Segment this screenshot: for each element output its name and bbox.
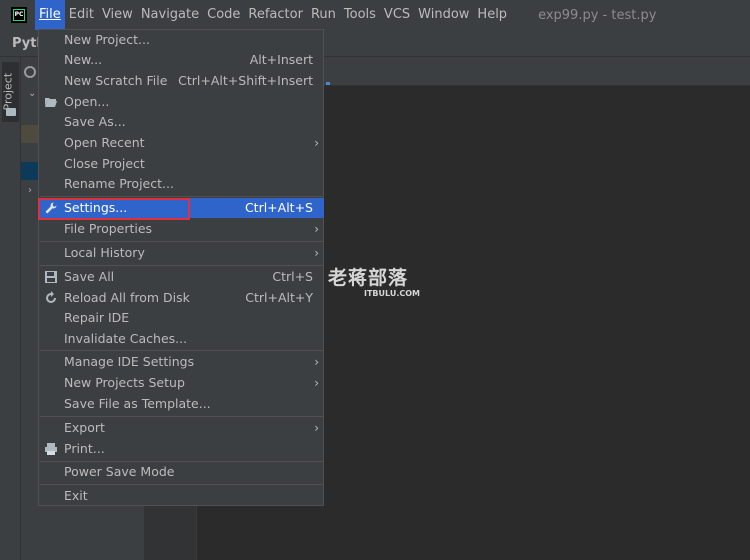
main-menu-bar: PC File Edit View Navigate Code Refactor… [0,0,750,30]
menu-item-local-history[interactable]: Local History › [40,243,324,263]
menu-item-open-recent[interactable]: Open Recent › [40,133,324,153]
menu-item-new[interactable]: New... Alt+Insert [40,50,324,70]
menu-separator [40,416,324,417]
folder-icon [6,108,16,116]
menu-item-print[interactable]: Print... [40,439,324,459]
shortcut-label: Ctrl+S [272,269,313,284]
shortcut-label: Alt+Insert [249,52,313,67]
tree-row[interactable] [21,125,39,143]
menu-navigate[interactable]: Navigate [137,0,203,30]
active-tab-indicator [326,82,330,85]
tool-window-strip [0,57,21,560]
shortcut-label: Ctrl+Alt+Shift+Insert [178,73,313,88]
menu-code[interactable]: Code [203,0,244,30]
menu-separator [40,484,324,485]
menu-vcs[interactable]: VCS [380,0,414,30]
menu-item-new-project[interactable]: New Project... [40,30,324,50]
window-title: exp99.py - test.py [538,7,657,23]
shortcut-label: Ctrl+Alt+Y [245,290,313,305]
menu-separator [40,241,324,242]
menu-item-close-project[interactable]: Close Project [40,154,324,174]
submenu-arrow-icon: › [314,376,319,390]
menu-separator [40,350,324,351]
menu-item-rename-project[interactable]: Rename Project... [40,174,324,194]
menu-item-repair-ide[interactable]: Repair IDE [40,308,324,328]
menu-separator [40,196,324,197]
save-icon [44,270,58,284]
menu-item-new-scratch-file[interactable]: New Scratch File Ctrl+Alt+Shift+Insert [40,71,324,91]
menu-help[interactable]: Help [473,0,511,30]
menu-item-file-properties[interactable]: File Properties › [40,219,324,239]
menu-item-save-all[interactable]: Save All Ctrl+S [40,267,324,287]
menu-refactor[interactable]: Refactor [244,0,307,30]
menu-item-invalidate-caches[interactable]: Invalidate Caches... [40,329,324,349]
chevron-right-icon[interactable]: › [28,185,32,196]
menu-window[interactable]: Window [414,0,473,30]
chevron-down-icon[interactable]: ⌄ [28,88,36,99]
menu-view[interactable]: View [98,0,137,30]
menu-item-open[interactable]: Open... [40,92,324,112]
submenu-arrow-icon: › [314,246,319,260]
menu-separator [40,265,324,266]
menu-item-exit[interactable]: Exit [40,486,324,506]
menu-item-new-projects-setup[interactable]: New Projects Setup › [40,373,324,393]
project-tool-tab-label: Project [1,72,15,111]
menu-edit[interactable]: Edit [65,0,98,30]
submenu-arrow-icon: › [314,136,319,150]
menu-item-save-file-as-template[interactable]: Save File as Template... [40,394,324,414]
folder-open-icon [44,95,58,109]
menu-item-manage-ide-settings[interactable]: Manage IDE Settings › [40,352,324,372]
submenu-arrow-icon: › [314,222,319,236]
menu-item-reload-all[interactable]: Reload All from Disk Ctrl+Alt+Y [40,288,324,308]
pycharm-logo-icon: PC [11,7,27,23]
shortcut-label: Ctrl+Alt+S [244,200,313,215]
settings-highlight-annotation [38,198,190,220]
menu-item-export[interactable]: Export › [40,418,324,438]
tree-row-selected[interactable] [21,162,39,180]
printer-icon [44,442,58,456]
watermark-title: 老蒋部落 [328,267,409,289]
menu-tools[interactable]: Tools [340,0,380,30]
menu-item-save-as[interactable]: Save As... [40,112,324,132]
reload-icon [44,291,58,305]
file-menu-dropdown: New Project... New... Alt+Insert New Scr… [38,29,324,506]
watermark-subtitle: ITBULU.COM [364,289,421,298]
submenu-arrow-icon: › [314,421,319,435]
submenu-arrow-icon: › [314,355,319,369]
menu-item-power-save-mode[interactable]: Power Save Mode [40,462,324,482]
menu-file[interactable]: File [35,0,65,30]
menu-run[interactable]: Run [307,0,340,30]
app-logo-text: PC [14,10,24,20]
gear-icon[interactable] [24,66,36,78]
